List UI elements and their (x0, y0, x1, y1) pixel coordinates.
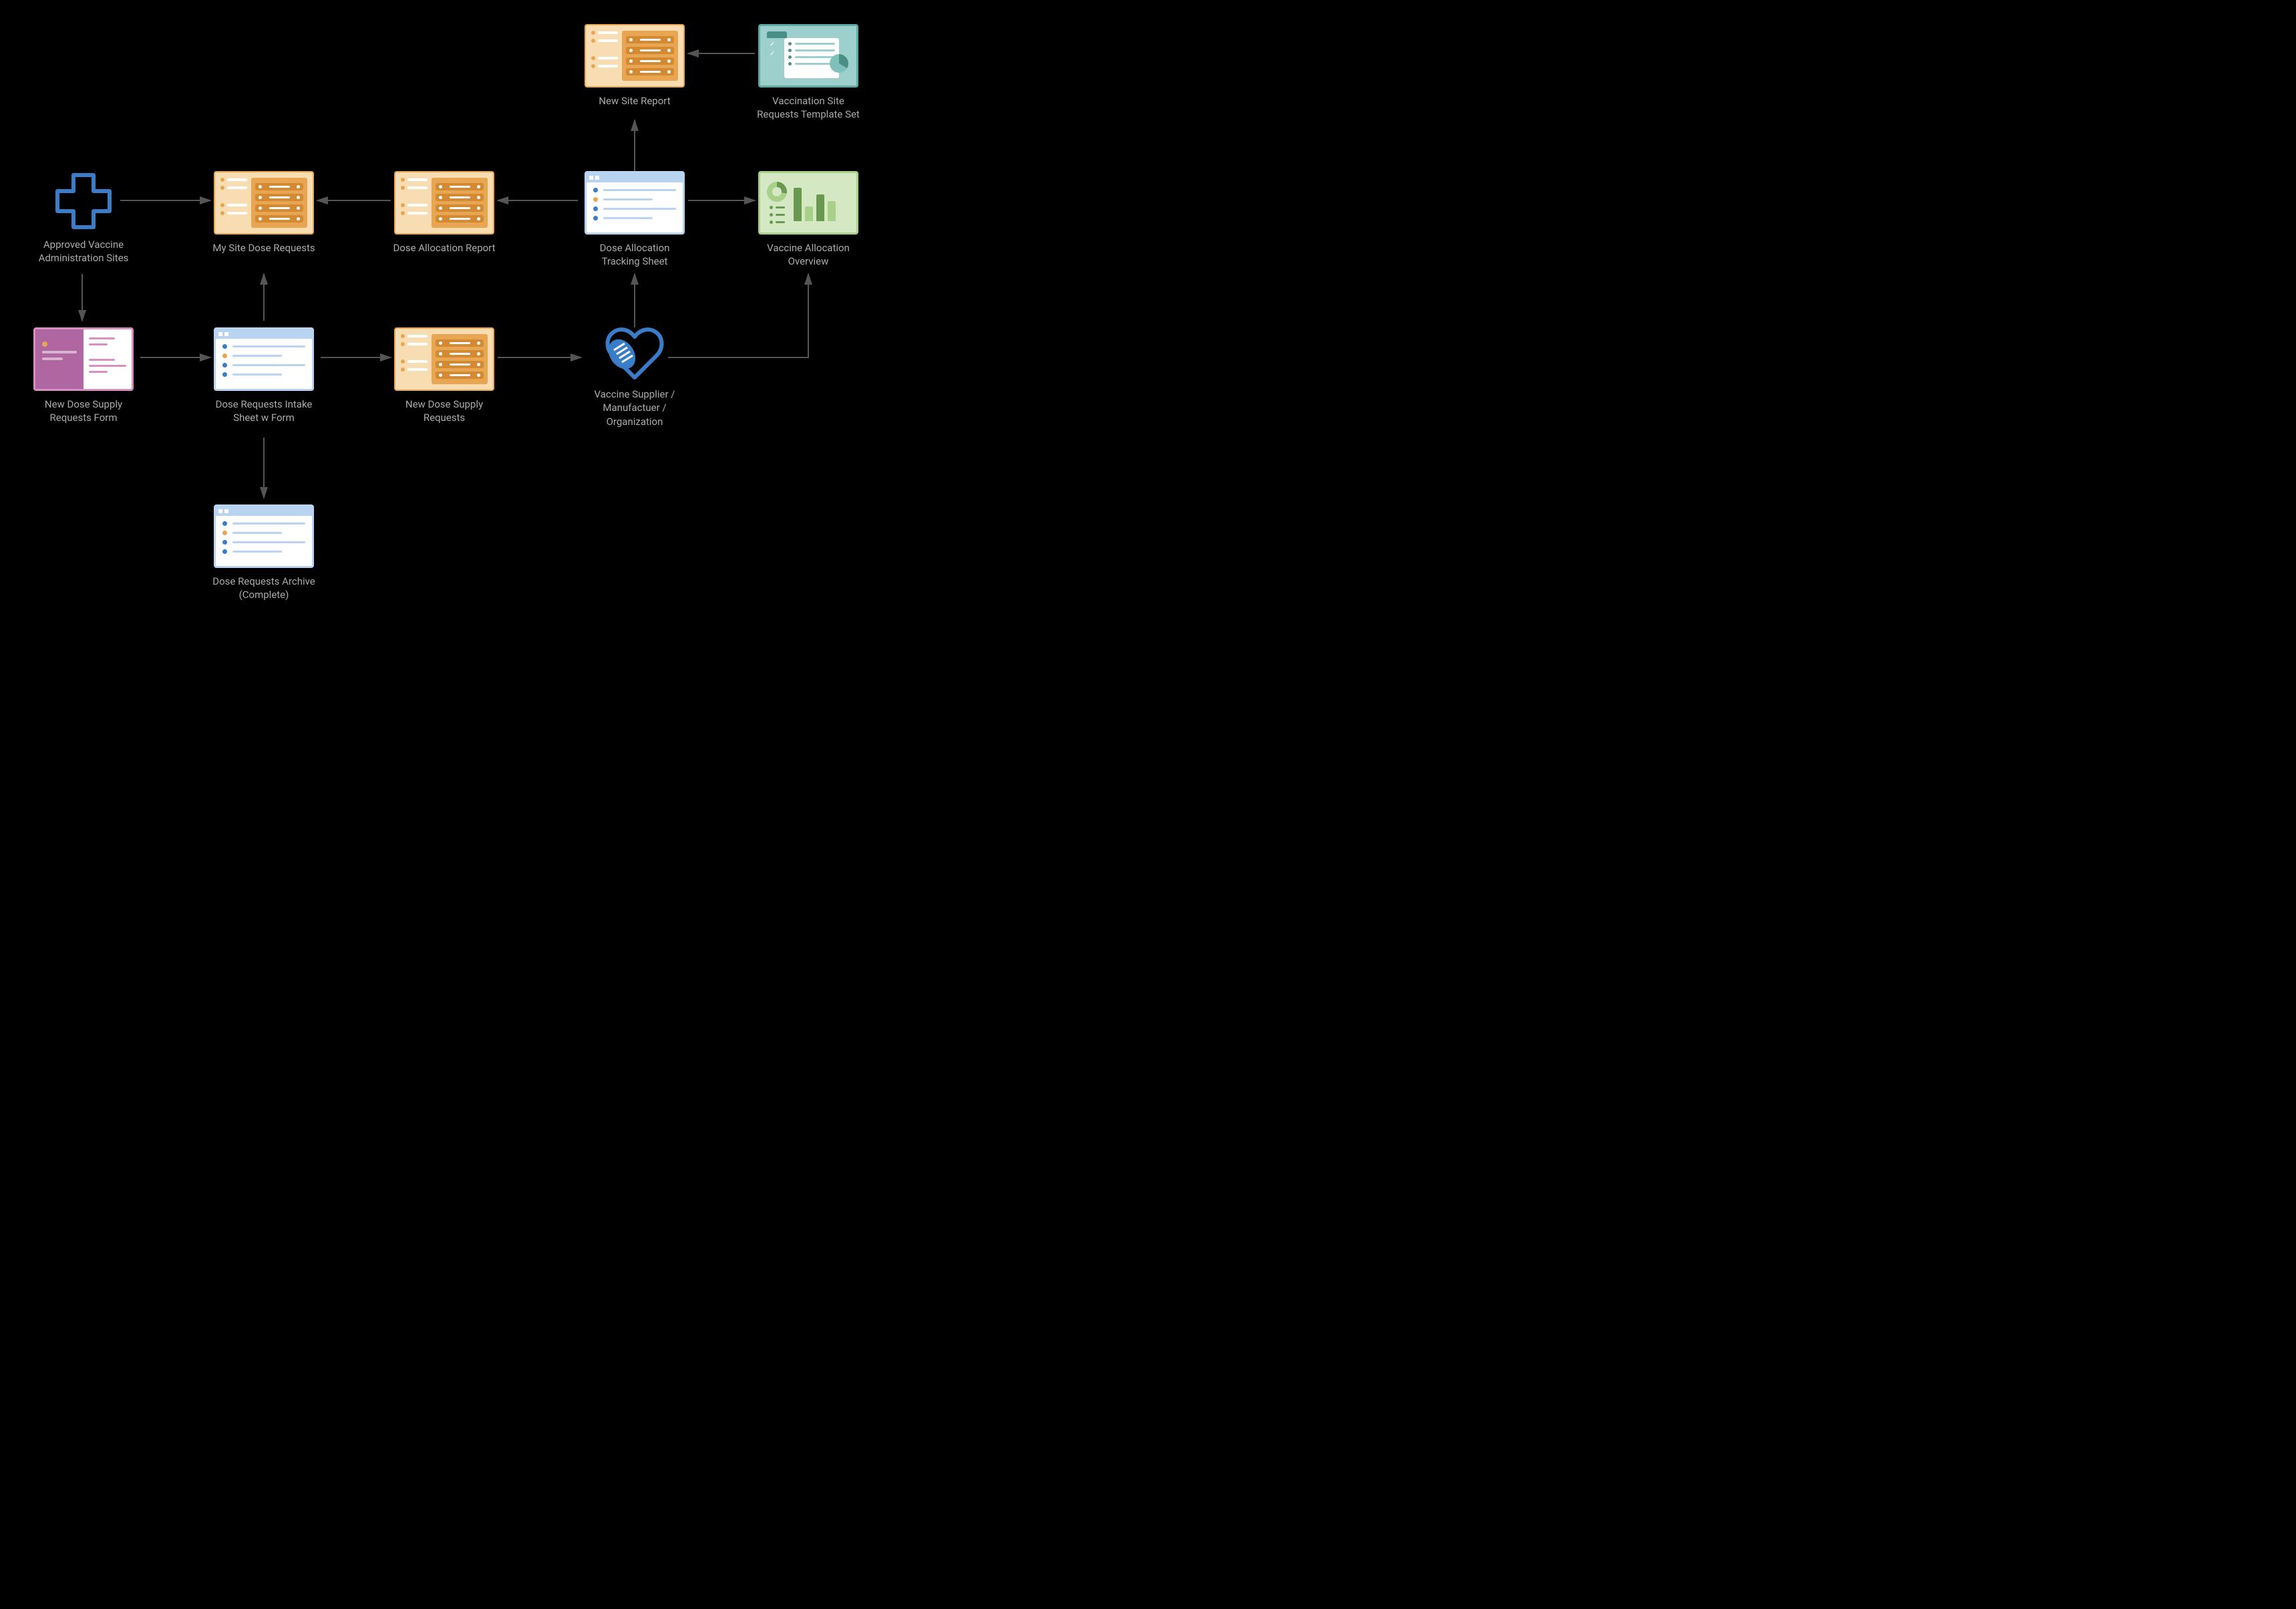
node-supplier: Vaccine Supplier / Manufactuer / Organiz… (581, 327, 688, 428)
label-supplier: Vaccine Supplier / Manufactuer / Organiz… (581, 388, 688, 428)
sheet-icon (214, 327, 314, 391)
label-new-dose-requests: New Dose Supply Requests (391, 398, 498, 425)
node-new-site-report: New Site Report (581, 24, 688, 108)
report-icon (585, 24, 685, 88)
sheet-icon (585, 171, 685, 235)
label-my-site-dose: My Site Dose Requests (212, 241, 315, 255)
node-dose-alloc-tracking: Dose Allocation Tracking Sheet (581, 171, 688, 269)
dashboard-icon (758, 171, 858, 235)
medical-cross-icon (53, 171, 114, 231)
label-new-dose-form: New Dose Supply Requests Form (30, 398, 137, 425)
label-new-site-report: New Site Report (599, 94, 670, 108)
node-dose-alloc-report: Dose Allocation Report (391, 171, 498, 255)
form-icon (33, 327, 134, 391)
report-icon (394, 327, 494, 391)
sheet-icon (214, 504, 314, 568)
heart-pill-icon (605, 327, 665, 381)
report-icon (394, 171, 494, 235)
node-new-dose-form: New Dose Supply Requests Form (30, 327, 137, 425)
node-archive: Dose Requests Archive (Complete) (210, 504, 317, 602)
node-my-site-dose: My Site Dose Requests (210, 171, 317, 255)
label-intake-sheet: Dose Requests Intake Sheet w Form (210, 398, 317, 425)
label-dose-alloc-report: Dose Allocation Report (393, 241, 495, 255)
node-vaccine-overview: Vaccine Allocation Overview (755, 171, 862, 269)
label-template-set: Vaccination Site Requests Template Set (755, 94, 862, 122)
node-template-set: ✓ ✓ Vaccination Site Requests Template S… (755, 24, 862, 122)
template-set-icon: ✓ ✓ (758, 24, 858, 88)
label-archive: Dose Requests Archive (Complete) (210, 575, 317, 602)
node-approved-sites: Approved Vaccine Administration Sites (30, 171, 137, 265)
label-dose-alloc-tracking: Dose Allocation Tracking Sheet (581, 241, 688, 269)
report-icon (214, 171, 314, 235)
node-new-dose-requests: New Dose Supply Requests (391, 327, 498, 425)
node-intake-sheet: Dose Requests Intake Sheet w Form (210, 327, 317, 425)
label-approved-sites: Approved Vaccine Administration Sites (30, 238, 137, 265)
label-vaccine-overview: Vaccine Allocation Overview (755, 241, 862, 269)
